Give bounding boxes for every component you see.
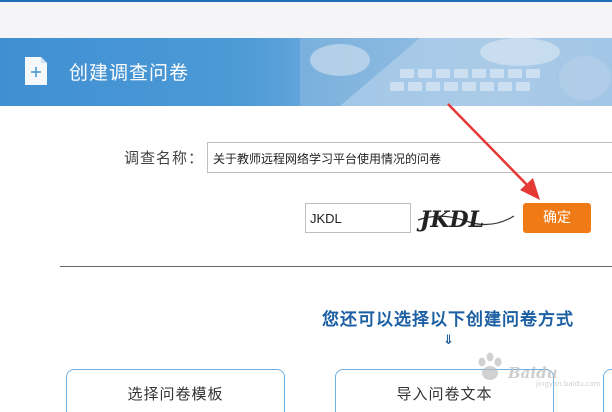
captcha-image[interactable]: JKDL [416,202,516,234]
paw-icon [478,352,502,380]
page-banner: 创建调查问卷 [0,38,612,106]
top-bar [0,0,612,38]
captcha-input[interactable]: JKDL [305,203,411,233]
add-document-icon [25,57,47,85]
survey-name-label: 调查名称： [124,149,205,167]
partial-option-card[interactable] [603,369,612,412]
survey-name-input[interactable]: 关于教师远程网络学习平台使用情况的问卷 [207,142,612,173]
template-option-label: 选择问卷模板 [127,385,224,403]
annotation-arrow-head [520,178,540,200]
divider [60,266,612,267]
section-title: 您还可以选择以下创建问卷方式 [322,310,574,330]
watermark-subtext: jingyan.baidu.com [536,380,601,388]
template-option-card[interactable]: 选择问卷模板 [66,369,285,412]
watermark-logo: Baidu jingyan.baidu.com [474,350,601,390]
captcha-text: JKDL [416,207,484,233]
confirm-button[interactable]: 确定 [523,203,591,233]
keyboard-photo [300,38,612,106]
down-arrow-icon: ⇓ [443,333,454,348]
page-title: 创建调查问卷 [69,62,190,84]
